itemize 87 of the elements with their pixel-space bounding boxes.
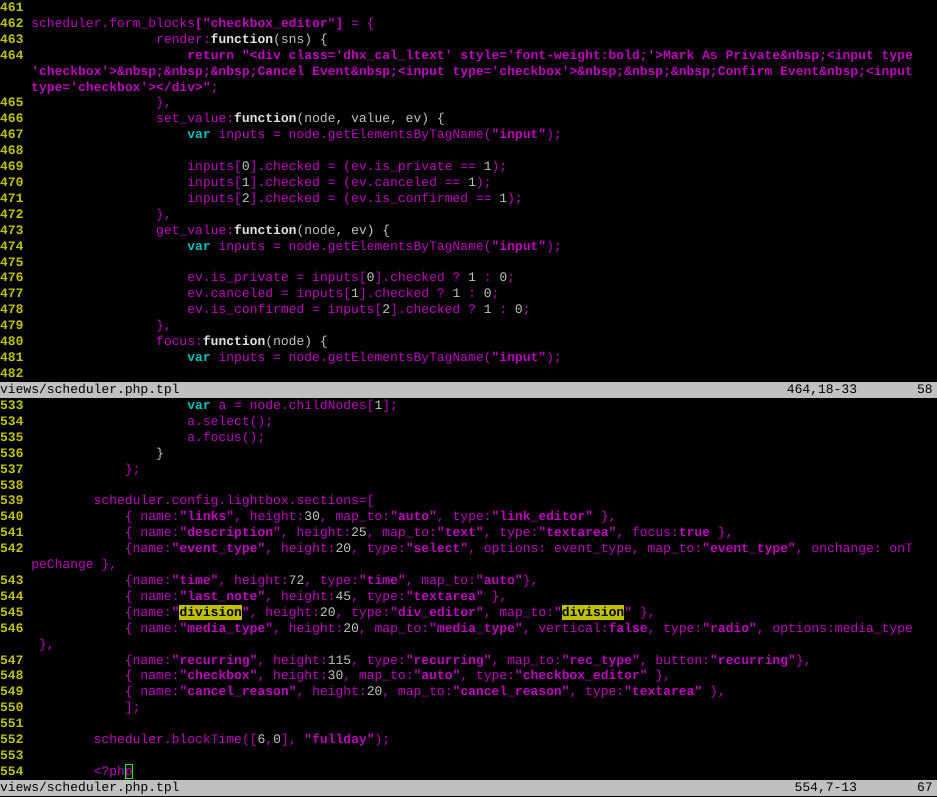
line-number: 542: [0, 541, 24, 558]
code-line: ev.is_private = inputs[0].checked ? 1 : 0;: [186, 270, 515, 286]
code-line: {name:"event_type", height:20, type:"select", options: event_type, map_to:"event_type", onchange: onT peChange },: [31, 541, 913, 573]
code-line: {name:"recurring", height:115, type:"recurring", map_to:"rec_type", button:"recurring"},: [124, 652, 812, 668]
file-name: views/scheduler.php.tpl: [0, 382, 180, 398]
line-number: 461: [0, 0, 24, 16]
code-line: scheduler.blockTime([6,0], "fullday");: [92, 732, 390, 748]
line-number: 550: [0, 700, 24, 716]
code-line: a.select();: [186, 414, 274, 430]
file-name: views/scheduler.php.tpl: [0, 780, 180, 796]
code-line: {name:"division", height:20, type:"div_editor", map_to:"division" },: [124, 604, 656, 621]
line-number: 539: [0, 493, 24, 510]
line-number: 469: [0, 159, 24, 175]
line-number: 473: [0, 222, 24, 239]
line-number: 478: [0, 302, 24, 318]
code-line: <?php: [92, 764, 133, 780]
line-number: 534: [0, 414, 24, 430]
line-number: 465: [0, 95, 24, 112]
code-line: inputs[0].checked = (ev.is_private == 1);: [186, 159, 508, 175]
code-line: },: [155, 318, 172, 334]
code-line: return "<div class='dhx_cal_ltext' style='font-weight:bold;'>Mark As Private&nbsp;<input type 'checkbox'>&nbsp;&nbsp;&nbsp;Cancel Event&nbsp;<input type='checkbox'>&nbsp;&nbsp;&nbsp;Confirm Event&nbsp;<input type='checkbox'></div>";: [31, 48, 913, 96]
line-number: 470: [0, 174, 24, 191]
code-line: { name:"links", height:30, map_to:"auto", type:"link_editor" },: [124, 509, 616, 526]
code-line: focus:function(node) {: [155, 334, 328, 350]
code-line: {name:"time", height:72, type:"time", map_to:"auto"},: [124, 572, 538, 589]
line-number: 474: [0, 238, 24, 254]
code-line: },: [155, 95, 172, 112]
cursor-position: 554,7-13: [794, 780, 857, 796]
code-line: { name:"media_type", height:20, map_to:"media_type", vertical:false, type:"radio", options:media_type },: [38, 620, 913, 652]
code-line: { name:"last_note", height:45, type:"textarea" },: [124, 588, 508, 605]
line-number: 463: [0, 32, 24, 48]
line-number: 544: [0, 588, 24, 605]
line-number: 477: [0, 286, 24, 302]
line-number: 482: [0, 366, 24, 382]
code-line: a.focus();: [186, 430, 266, 446]
line-number: 553: [0, 748, 24, 764]
line-number: 535: [0, 430, 24, 446]
line-number: 554: [0, 764, 24, 780]
line-number: 541: [0, 525, 24, 542]
line-number: 538: [0, 478, 24, 494]
line-number: 479: [0, 318, 24, 334]
code-line: render:function(sns) {: [155, 32, 328, 48]
line-number: 466: [0, 111, 24, 128]
code-line: { name:"description", height:25, map_to:"text", type:"textarea", focus:true },: [124, 525, 734, 542]
line-number: 464: [0, 48, 24, 65]
line-number: 536: [0, 446, 24, 462]
line-number: 548: [0, 668, 24, 684]
line-number: 467: [0, 127, 24, 144]
line-number: 472: [0, 206, 24, 223]
code-line: inputs[1].checked = (ev.canceled == 1);: [186, 174, 492, 191]
code-line: inputs[2].checked = (ev.is_confirmed == 1);: [186, 190, 523, 207]
line-number: 480: [0, 334, 24, 350]
cursor-position: 464,18-33: [786, 382, 857, 398]
code-line: ev.is_confirmed = inputs[2].checked ? 1 : 0;: [186, 302, 531, 318]
code-line: ];: [124, 700, 140, 716]
code-line: ev.canceled = inputs[1].checked ? 1 : 0;: [186, 286, 500, 302]
code-line: };: [124, 462, 140, 478]
scroll-percent: 58: [917, 382, 934, 398]
code-line: }: [155, 446, 164, 462]
code-line: set_value:function(node, value, ev) {: [155, 111, 445, 128]
line-number: 551: [0, 716, 24, 732]
code-line: var inputs = node.getElementsByTagName("input");: [186, 127, 562, 144]
line-number: 462: [0, 16, 24, 32]
code-line: { name:"checkbox", height:30, map_to:"auto", type:"checkbox_editor" },: [124, 668, 671, 684]
line-number: 543: [0, 572, 24, 589]
line-number: 549: [0, 684, 24, 700]
line-number: 546: [0, 620, 24, 638]
line-number: 540: [0, 509, 24, 526]
code-line: scheduler.form_blocks["checkbox_editor"] = {: [31, 16, 374, 32]
code-line: { name:"cancel_reason", height:20, map_to:"cancel_reason", type:"textarea" },: [124, 684, 726, 700]
line-number: 476: [0, 270, 24, 286]
code-line: var a = node.childNodes[1];: [186, 398, 398, 414]
scroll-percent: 67: [917, 780, 934, 796]
line-number: 468: [0, 143, 24, 160]
line-number: 537: [0, 462, 24, 478]
line-number: 547: [0, 652, 24, 668]
line-number: 475: [0, 254, 24, 270]
line-number: 481: [0, 350, 24, 366]
line-number: 533: [0, 398, 24, 414]
code-line: },: [155, 206, 172, 223]
code-line: scheduler.config.lightbox.sections=[: [92, 493, 374, 510]
code-line: get_value:function(node, ev) {: [155, 222, 390, 239]
line-number: 471: [0, 190, 24, 207]
code-line: var inputs = node.getElementsByTagName("input");: [186, 238, 562, 254]
line-number: 545: [0, 604, 24, 621]
code-line: var inputs = node.getElementsByTagName("input");: [186, 350, 562, 366]
line-number: 552: [0, 732, 24, 748]
